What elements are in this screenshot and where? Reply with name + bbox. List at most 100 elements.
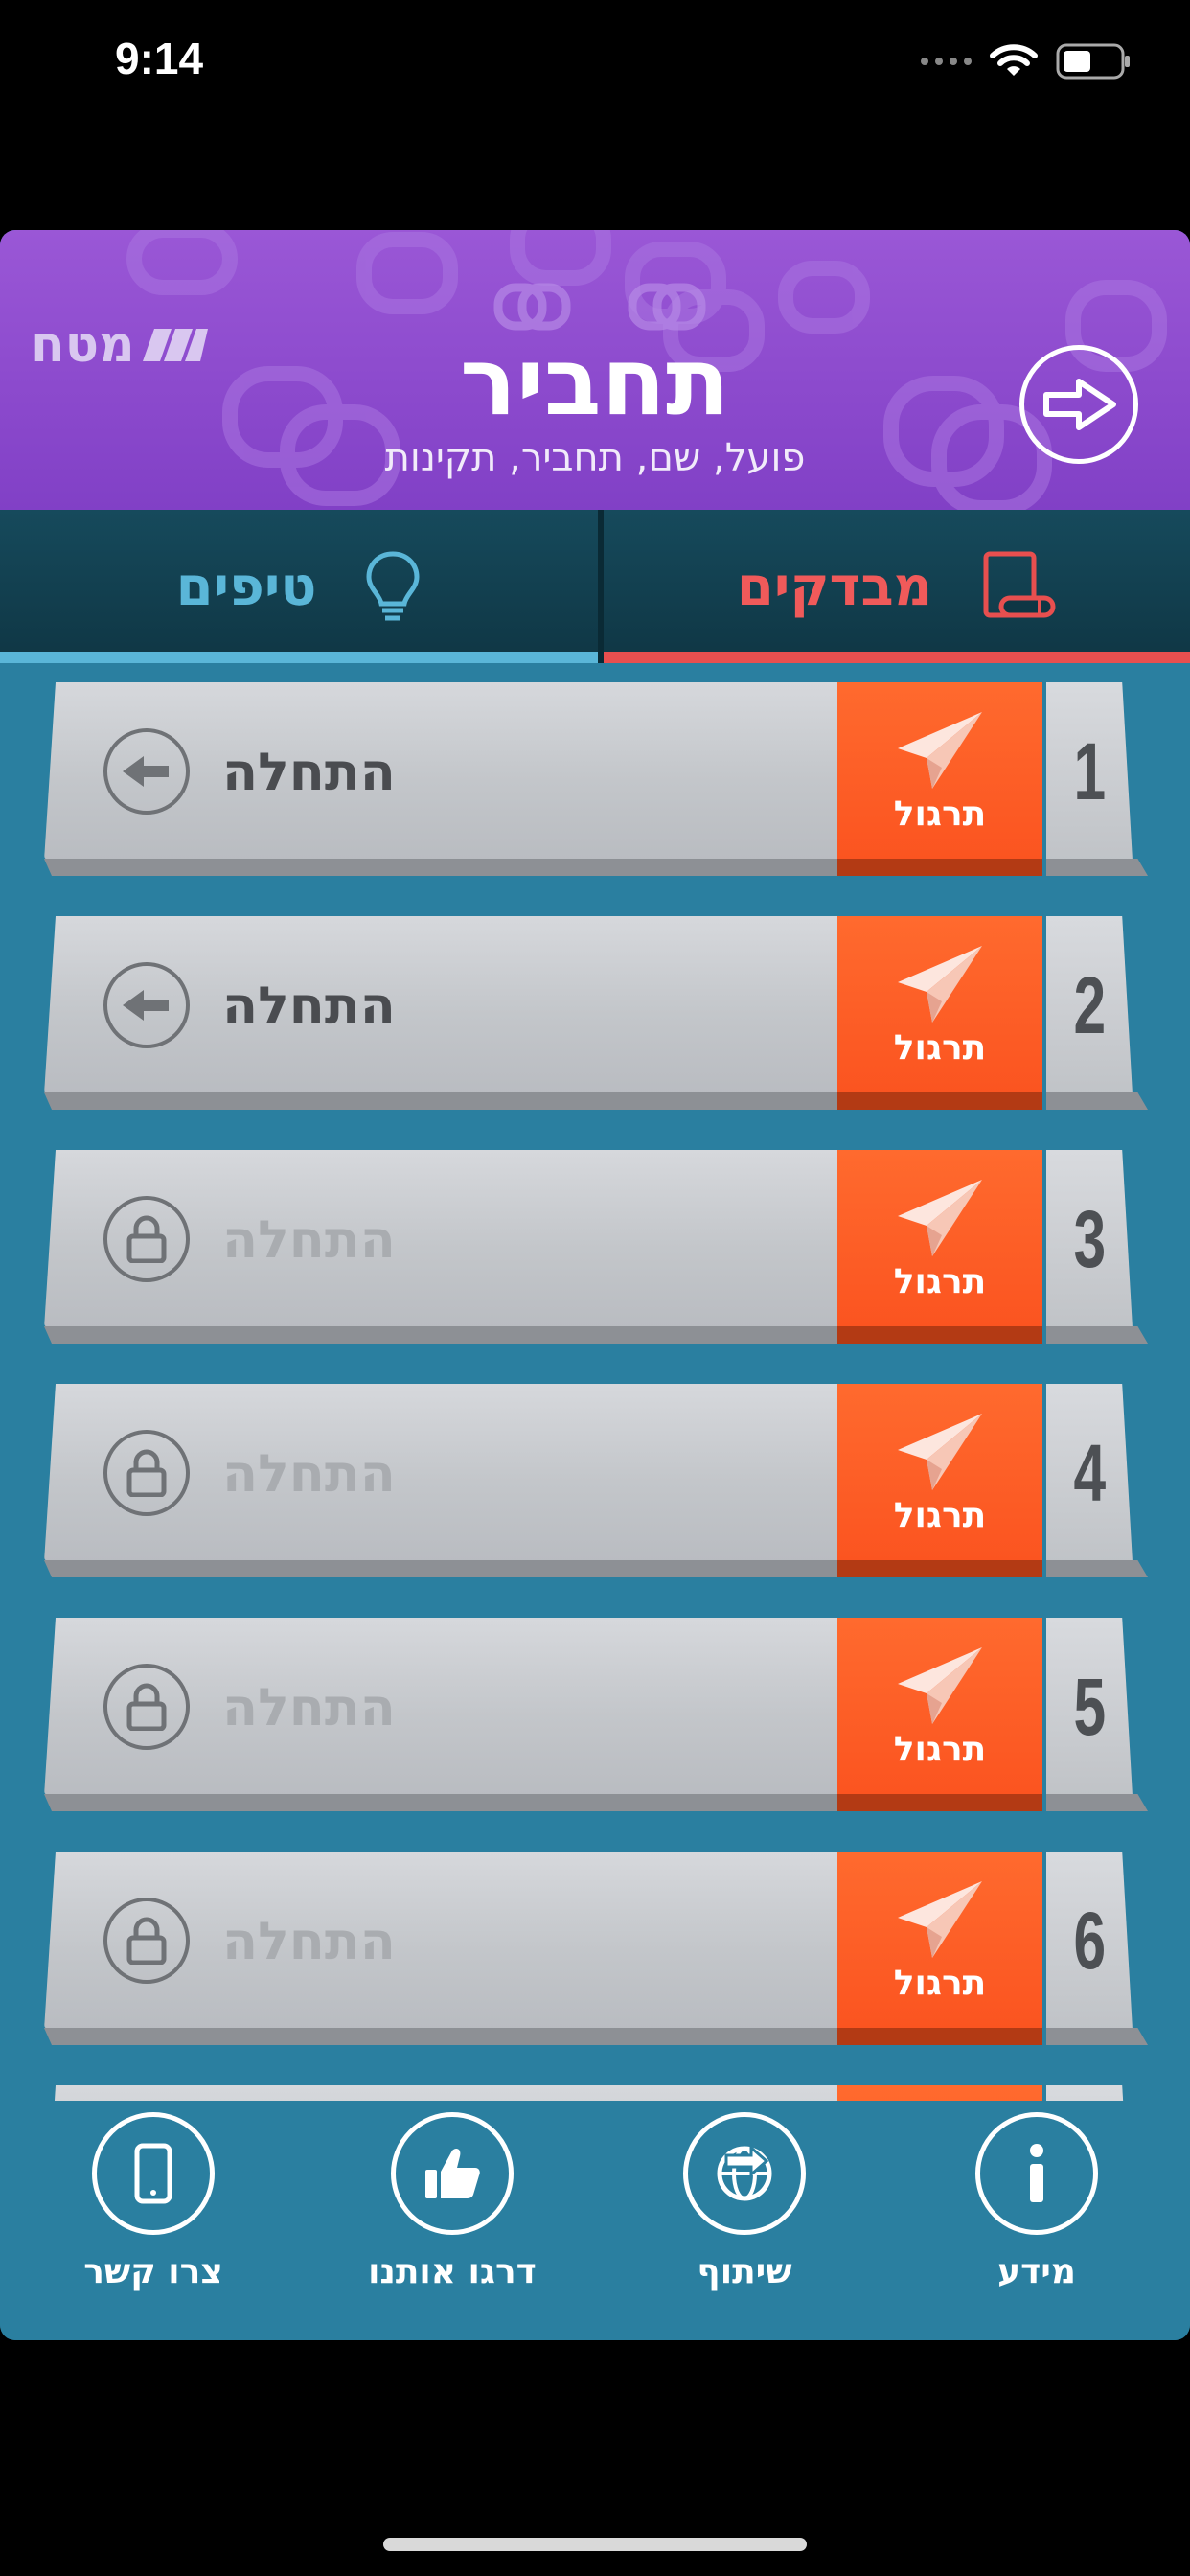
practice-button[interactable]: תרגול (837, 682, 1042, 861)
nav-contact[interactable]: צרו קשר (38, 2101, 268, 2340)
start-label: התחלה (222, 1911, 396, 1971)
info-icon (975, 2112, 1098, 2235)
number-edge (1046, 2028, 1148, 2045)
number-edge (1046, 859, 1148, 876)
start-label: התחלה (222, 1209, 396, 1270)
level-number-box: 5 (1046, 1618, 1133, 1796)
lock-icon (103, 1664, 190, 1750)
practice-button[interactable]: תרגול (837, 1384, 1042, 1562)
level-row: התחלה תרגול 3 (44, 1150, 1148, 1346)
phone-icon (92, 2112, 215, 2235)
level-number: 2 (1073, 959, 1106, 1050)
page-title: תחביר (460, 328, 730, 437)
back-button[interactable] (1019, 345, 1138, 464)
row-peek (44, 2085, 837, 2101)
nav-info[interactable]: מידע (922, 2101, 1152, 2340)
row-edge (44, 2028, 837, 2045)
practice-edge (837, 859, 1042, 876)
status-bar: 9:14 (0, 0, 1190, 134)
home-indicator[interactable] (383, 2538, 807, 2551)
row-edge (44, 1092, 837, 1110)
row-edge (44, 1560, 837, 1577)
level-number: 1 (1073, 725, 1106, 816)
level-number-box: 2 (1046, 916, 1133, 1094)
nav-rate[interactable]: דרגו אותנו (337, 2101, 567, 2340)
level-number: 6 (1073, 1895, 1106, 1986)
practice-button[interactable]: תרגול (837, 1618, 1042, 1796)
number-peek (1046, 2085, 1133, 2101)
level-number-box: 3 (1046, 1150, 1133, 1328)
start-button[interactable]: התחלה (44, 916, 837, 1094)
tab-tips[interactable]: טיפים (0, 510, 598, 663)
status-time: 9:14 (115, 34, 204, 83)
level-row: התחלה תרגול 5 (44, 1618, 1148, 1813)
start-button[interactable]: התחלה (44, 1384, 837, 1562)
cellular-signal-icon (921, 58, 972, 65)
thumbs-up-icon (391, 2112, 514, 2235)
level-row: התחלה תרגול 2 (44, 916, 1148, 1112)
level-row: התחלה תרגול 4 (44, 1384, 1148, 1579)
nav-contact-label: צרו קשר (83, 2252, 223, 2291)
arrow-right-icon (1043, 379, 1116, 430)
level-number-box: 1 (1046, 682, 1133, 861)
tab-tips-underline (0, 652, 598, 663)
paper-plane-icon (898, 1413, 982, 1490)
levels-list: התחלה תרגול 1 התחלה תרגול 2 התחלה תרגול … (0, 682, 1190, 2101)
practice-edge (837, 1560, 1042, 1577)
start-label: התחלה (222, 742, 396, 802)
start-label: התחלה (222, 1677, 396, 1737)
paper-plane-icon (898, 711, 982, 789)
level-number-box: 4 (1046, 1384, 1133, 1562)
start-button[interactable]: התחלה (44, 1852, 837, 2030)
practice-label: תרגול (893, 1963, 987, 2003)
practice-label: תרגול (893, 1729, 987, 1769)
start-button[interactable]: התחלה (44, 1150, 837, 1328)
start-button[interactable]: התחלה (44, 682, 837, 861)
tab-tips-label: טיפים (175, 555, 317, 618)
level-row: התחלה תרגול 1 (44, 682, 1148, 878)
wifi-icon (990, 44, 1038, 76)
nav-share[interactable]: שיתוף (629, 2101, 859, 2340)
start-arrow-icon (103, 728, 190, 815)
level-row-partial (44, 2085, 1148, 2101)
header-banner: מטח תחביר פועל, שם, תחביר, תקינות (0, 230, 1190, 510)
practice-button[interactable]: תרגול (837, 1852, 1042, 2030)
share-globe-icon (683, 2112, 806, 2235)
level-number: 3 (1073, 1193, 1106, 1284)
nav-rate-label: דרגו אותנו (368, 2252, 537, 2291)
number-edge (1046, 1560, 1148, 1577)
tab-tests-label: מבדקים (736, 555, 933, 618)
practice-edge (837, 1092, 1042, 1110)
row-edge (44, 1326, 837, 1344)
practice-peek (837, 2085, 1042, 2101)
battery-icon (1056, 43, 1130, 80)
paper-plane-icon (898, 1646, 982, 1724)
practice-edge (837, 1326, 1042, 1344)
page-subtitle: פועל, שם, תחביר, תקינות (384, 436, 806, 480)
start-button[interactable]: התחלה (44, 1618, 837, 1796)
practice-button[interactable]: תרגול (837, 1150, 1042, 1328)
tab-bar: טיפים מבדקים (0, 510, 1190, 663)
lightbulb-icon (366, 551, 420, 621)
start-label: התחלה (222, 976, 396, 1036)
practice-label: תרגול (893, 1027, 987, 1068)
level-number-box: 6 (1046, 1852, 1133, 2030)
number-edge (1046, 1092, 1148, 1110)
practice-edge (837, 2028, 1042, 2045)
row-edge (44, 859, 837, 876)
app-window: מטח תחביר פועל, שם, תחביר, תקינות טיפים (0, 230, 1190, 2340)
paper-plane-icon (898, 1179, 982, 1256)
number-edge (1046, 1326, 1148, 1344)
tab-tests[interactable]: מבדקים (604, 510, 1190, 663)
level-row: התחלה תרגול 6 (44, 1852, 1148, 2047)
tab-tests-underline (604, 652, 1190, 663)
lock-icon (103, 1196, 190, 1282)
lock-icon (103, 1430, 190, 1516)
practice-label: תרגול (893, 1261, 987, 1301)
row-edge (44, 1794, 837, 1811)
practice-button[interactable]: תרגול (837, 916, 1042, 1094)
lock-icon (103, 1898, 190, 1984)
test-pencil-icon (983, 551, 1056, 618)
bottom-nav: צרו קשר דרגו אותנו שיתוף מידע (0, 2101, 1190, 2340)
paper-plane-icon (898, 945, 982, 1023)
